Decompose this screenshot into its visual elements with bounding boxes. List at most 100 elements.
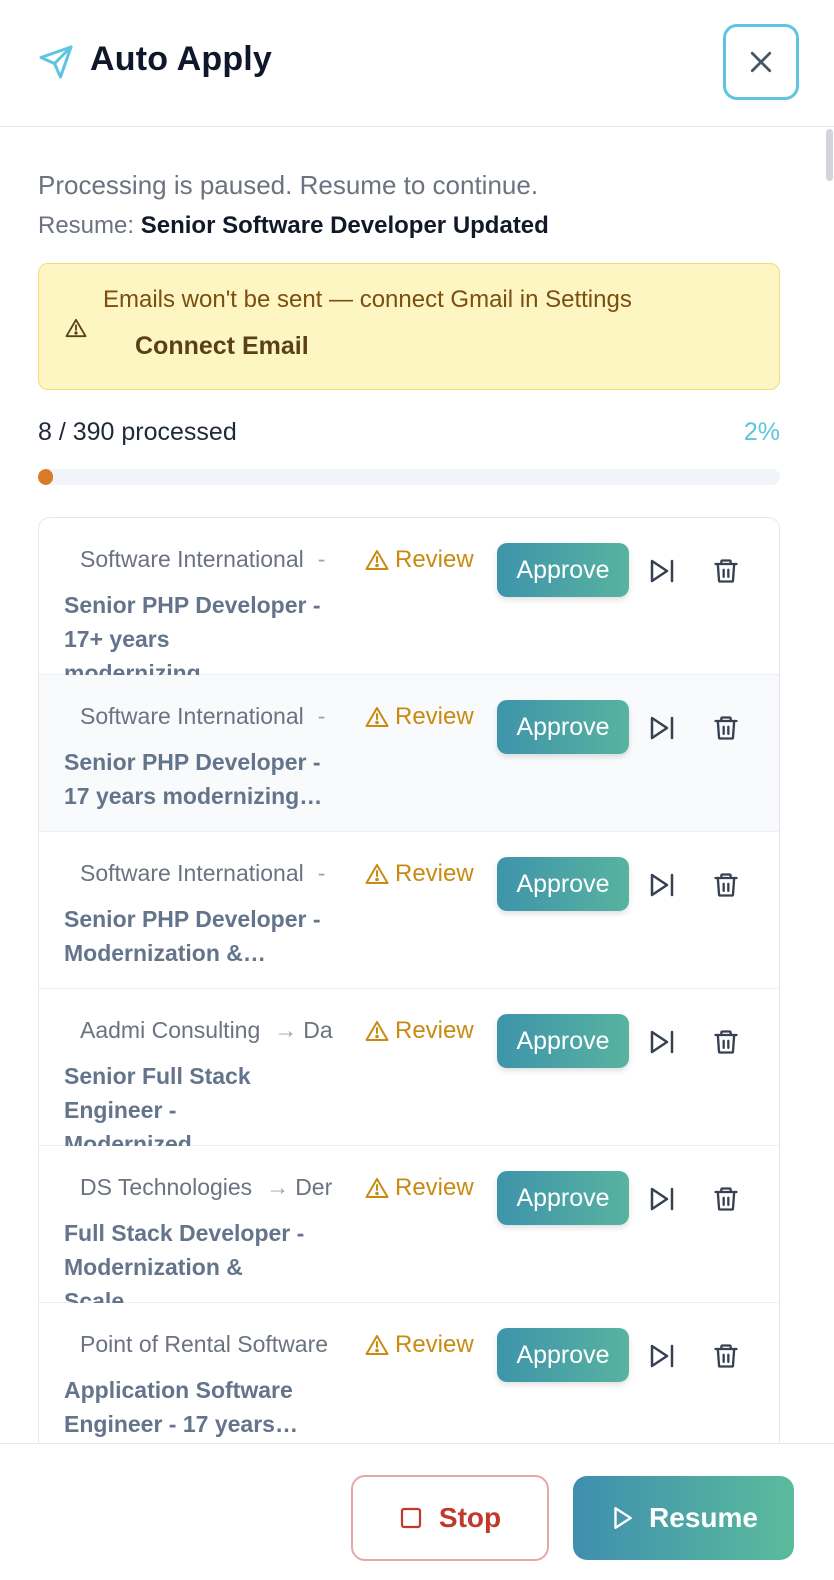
job-location: Der <box>295 1174 333 1200</box>
job-row[interactable]: Aadmi Consulting → Da Senior Full Stack En… <box>39 989 779 1157</box>
skip-button[interactable] <box>645 868 679 902</box>
resume-info: Resume: Senior Software Developer Update… <box>38 212 549 240</box>
resume-name: Senior Software Developer Updated <box>140 212 549 239</box>
review-status: Review <box>365 1017 474 1045</box>
skip-button[interactable] <box>645 1182 679 1216</box>
stop-label: Stop <box>438 1502 502 1533</box>
review-label: Review <box>395 860 474 887</box>
job-row[interactable]: Software International - Senior PHP Devel… <box>39 675 779 832</box>
skip-button[interactable] <box>645 711 679 745</box>
company-name: Software International - <box>80 703 350 730</box>
company-label: Software International <box>80 860 304 886</box>
job-title: Application Software Engineer - 17 years… <box>64 1377 298 1437</box>
job-row[interactable]: DS Technologies → Der Full Stack Developer… <box>39 1146 779 1314</box>
panel-header: Auto Apply <box>0 0 834 127</box>
arrow-right-icon: → <box>266 1174 290 1200</box>
warning-icon <box>65 318 87 338</box>
warning-icon <box>365 864 389 884</box>
skip-forward-icon <box>650 1344 674 1368</box>
resume-label: Resume <box>649 1502 758 1533</box>
progress-fill <box>38 469 53 485</box>
page-title: Auto Apply <box>90 40 273 78</box>
processing-status: Processing is paused. Resume to continue… <box>38 170 539 200</box>
warning-icon <box>365 1021 389 1041</box>
company-label: DS Technologies <box>80 1174 253 1200</box>
close-icon <box>750 51 772 73</box>
review-label: Review <box>395 1331 474 1358</box>
job-title: Senior PHP Developer - 17 years moderniz… <box>64 749 323 809</box>
delete-button[interactable] <box>709 1025 743 1059</box>
trash-icon <box>714 1344 738 1368</box>
approve-button[interactable]: Approve <box>497 1014 629 1068</box>
scrollbar-thumb[interactable] <box>826 129 833 181</box>
trash-icon <box>714 873 738 897</box>
review-status: Review <box>365 860 474 888</box>
progress-percent: 2% <box>743 418 780 446</box>
skip-button[interactable] <box>645 1025 679 1059</box>
approve-button[interactable]: Approve <box>497 1171 629 1225</box>
separator: - <box>317 860 326 886</box>
trash-icon <box>714 559 738 583</box>
skip-button[interactable] <box>645 554 679 588</box>
delete-button[interactable] <box>709 868 743 902</box>
delete-button[interactable] <box>709 1339 743 1373</box>
review-label: Review <box>395 703 474 730</box>
resume-button[interactable]: Resume <box>573 1476 794 1560</box>
job-row[interactable]: Software International - Senior PHP Devel… <box>39 832 779 989</box>
trash-icon <box>714 1030 738 1054</box>
delete-button[interactable] <box>709 711 743 745</box>
job-title: Senior PHP Developer - Modernization &… <box>64 906 321 966</box>
skip-forward-icon <box>650 1187 674 1211</box>
email-warning-banner: Emails won't be sent — connect Gmail in … <box>38 263 780 390</box>
separator: - <box>317 546 326 572</box>
separator: - <box>317 703 326 729</box>
warning-message: Emails won't be sent — connect Gmail in … <box>103 286 632 313</box>
connect-email-link[interactable]: Connect Email <box>135 332 309 361</box>
company-label: Aadmi Consulting <box>80 1017 261 1043</box>
action-footer: Stop Resume <box>0 1443 834 1580</box>
approve-button[interactable]: Approve <box>497 1328 629 1382</box>
warning-icon <box>365 1335 389 1355</box>
stop-button[interactable]: Stop <box>351 1475 549 1561</box>
delete-button[interactable] <box>709 1182 743 1216</box>
review-label: Review <box>395 546 474 573</box>
stop-icon <box>400 1507 421 1529</box>
warning-icon <box>365 550 389 570</box>
company-name: DS Technologies → Der <box>80 1174 350 1201</box>
send-icon <box>39 45 73 79</box>
skip-forward-icon <box>650 1030 674 1054</box>
job-row[interactable]: Software International - Senior PHP Devel… <box>39 518 779 686</box>
job-list: Software International - Senior PHP Devel… <box>38 517 780 1457</box>
skip-forward-icon <box>650 716 674 740</box>
warning-icon <box>365 707 389 727</box>
play-icon <box>614 1507 632 1529</box>
review-label: Review <box>395 1017 474 1044</box>
skip-button[interactable] <box>645 1339 679 1373</box>
trash-icon <box>714 1187 738 1211</box>
review-label: Review <box>395 1174 474 1201</box>
company-label: Point of Rental Software <box>80 1331 329 1357</box>
progress-bar <box>38 469 780 485</box>
company-name: Aadmi Consulting → Da <box>80 1017 350 1044</box>
job-row[interactable]: Point of Rental Software Application Sof… <box>39 1303 779 1457</box>
arrow-right-icon: → <box>274 1017 298 1043</box>
review-status: Review <box>365 1331 474 1359</box>
skip-forward-icon <box>650 873 674 897</box>
review-status: Review <box>365 546 474 574</box>
approve-button[interactable]: Approve <box>497 543 629 597</box>
company-name: Point of Rental Software <box>80 1331 350 1358</box>
scrollbar[interactable] <box>822 127 834 1443</box>
job-location: Da <box>303 1017 333 1043</box>
resume-label: Resume: <box>38 212 135 239</box>
approve-button[interactable]: Approve <box>497 857 629 911</box>
skip-forward-icon <box>650 559 674 583</box>
close-button[interactable] <box>723 24 799 100</box>
trash-icon <box>714 716 738 740</box>
company-name: Software International - <box>80 860 350 887</box>
company-label: Software International <box>80 703 304 729</box>
approve-button[interactable]: Approve <box>497 700 629 754</box>
progress-label: 8 / 390 processed <box>38 418 237 446</box>
delete-button[interactable] <box>709 554 743 588</box>
company-label: Software International <box>80 546 304 572</box>
review-status: Review <box>365 1174 474 1202</box>
